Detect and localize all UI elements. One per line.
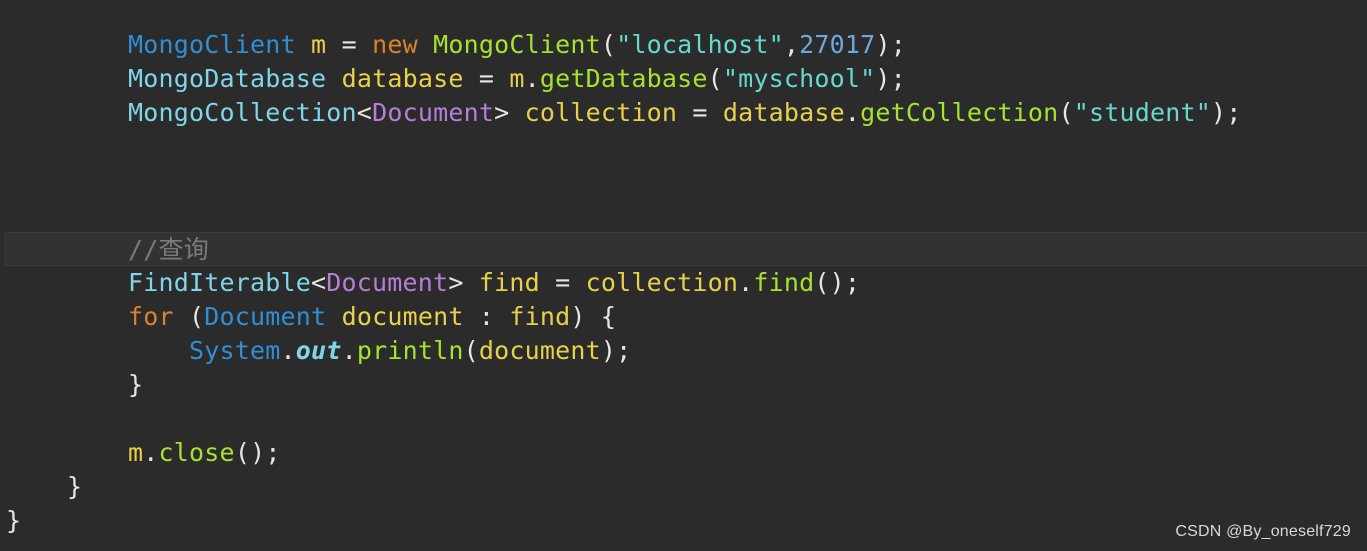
code-token: ( xyxy=(173,302,205,331)
code-token: = xyxy=(326,30,373,59)
code-token: = xyxy=(463,64,510,93)
code-token: ); xyxy=(875,30,906,59)
code-token: getDatabase xyxy=(539,64,708,93)
code-token: //查询 xyxy=(128,235,209,264)
code-line[interactable] xyxy=(0,130,1367,164)
code-token: Document xyxy=(326,268,449,297)
code-line[interactable]: } xyxy=(0,504,1367,538)
code-token: ( xyxy=(1058,98,1074,127)
code-token: out xyxy=(295,336,342,365)
code-token: collection xyxy=(524,98,678,127)
code-token: } xyxy=(6,506,22,535)
code-token: ( xyxy=(463,336,479,365)
code-token: document xyxy=(341,302,464,331)
code-token: "localhost" xyxy=(616,30,784,59)
code-line[interactable]: } xyxy=(0,470,1367,504)
code-line[interactable] xyxy=(0,402,1367,436)
code-token: MongoDatabase xyxy=(128,64,327,93)
code-token: . xyxy=(844,98,861,127)
code-token: ); xyxy=(600,336,632,365)
code-token: m xyxy=(128,438,144,467)
code-token: ( xyxy=(707,64,723,93)
code-token: ) { xyxy=(570,302,617,331)
code-token: println xyxy=(356,336,464,365)
code-token: (); xyxy=(814,268,861,297)
code-token: (); xyxy=(234,438,281,467)
code-token: database xyxy=(341,64,464,93)
code-token: MongoCollection xyxy=(128,98,357,127)
code-token: m xyxy=(311,30,327,59)
code-token: 27017 xyxy=(799,30,876,59)
code-token: . xyxy=(341,336,357,365)
code-token: close xyxy=(158,438,235,467)
code-line[interactable]: MongoClient m = new MongoClient("localho… xyxy=(0,28,1367,62)
code-token: = xyxy=(677,98,723,127)
current-code-line[interactable]: //查询 xyxy=(4,232,1367,266)
code-line[interactable]: System.out.println(document); xyxy=(0,334,1367,368)
code-token: ); xyxy=(875,64,906,93)
code-token: getCollection xyxy=(860,98,1059,127)
code-token: new xyxy=(372,30,418,59)
code-line[interactable] xyxy=(0,198,1367,232)
code-token: < xyxy=(356,98,373,127)
code-token: ); xyxy=(1210,98,1242,127)
code-token: "myschool" xyxy=(722,64,876,93)
code-token: database xyxy=(722,98,845,127)
code-token: : xyxy=(463,302,510,331)
code-token: collection xyxy=(585,268,739,297)
code-token: } xyxy=(128,370,144,399)
code-line[interactable]: m.close(); xyxy=(0,436,1367,470)
code-token: > xyxy=(448,268,479,297)
code-token: document xyxy=(478,336,601,365)
code-line[interactable]: MongoDatabase database = m.getDatabase("… xyxy=(0,62,1367,96)
code-line[interactable]: } xyxy=(0,368,1367,402)
code-token: > xyxy=(494,98,525,127)
code-token: } xyxy=(67,472,83,501)
code-token: for xyxy=(128,302,174,331)
code-token: find xyxy=(509,302,571,331)
code-token: Document xyxy=(204,302,327,331)
code-token: MongoClient xyxy=(433,30,601,59)
code-token: find xyxy=(478,268,540,297)
code-token: . xyxy=(524,64,540,93)
code-token: . xyxy=(738,268,754,297)
code-line[interactable]: MongoCollection<Document> collection = d… xyxy=(0,96,1367,130)
code-token: "student" xyxy=(1073,98,1211,127)
code-token: < xyxy=(311,268,327,297)
code-line[interactable] xyxy=(0,164,1367,198)
code-token: . xyxy=(280,336,296,365)
code-token: ( xyxy=(600,30,617,59)
code-line[interactable]: FindIterable<Document> find = collection… xyxy=(0,266,1367,300)
csdn-watermark: CSDN @By_oneself729 xyxy=(1175,523,1351,540)
code-token: , xyxy=(783,30,800,59)
code-line[interactable]: for (Document document : find) { xyxy=(0,300,1367,334)
code-token: Document xyxy=(372,98,495,127)
code-token: = xyxy=(539,268,586,297)
code-token: MongoClient xyxy=(128,30,296,59)
code-token: . xyxy=(143,438,159,467)
code-token: FindIterable xyxy=(128,268,312,297)
code-token: System xyxy=(189,336,281,365)
code-token: find xyxy=(753,268,815,297)
code-token: m xyxy=(509,64,525,93)
